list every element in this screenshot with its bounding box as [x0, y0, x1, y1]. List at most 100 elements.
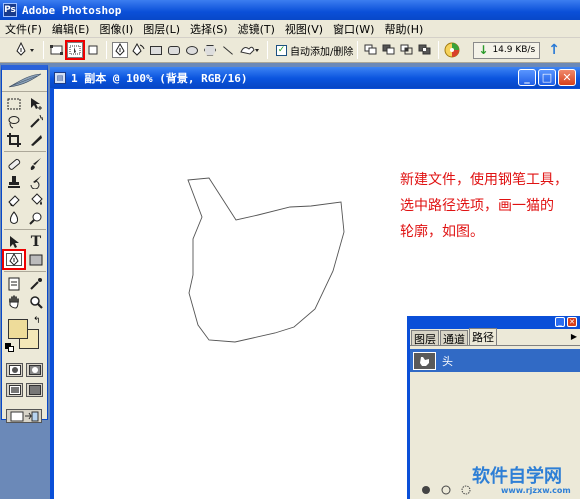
polygon-shape-icon[interactable] — [202, 42, 218, 58]
foreground-color-swatch[interactable] — [8, 319, 28, 339]
eyedropper-tool-icon[interactable] — [26, 275, 46, 292]
tool-preset-pen-icon[interactable] — [14, 42, 38, 58]
path-selection-tool-icon[interactable] — [4, 233, 24, 250]
palette-minimize-button[interactable]: _ — [555, 317, 565, 327]
hand-tool-icon[interactable] — [4, 293, 24, 310]
magic-wand-tool-icon[interactable] — [26, 113, 46, 130]
paint-bucket-tool-icon[interactable] — [26, 191, 46, 208]
fill-pixels-option-icon[interactable] — [85, 42, 101, 58]
swap-colors-icon[interactable]: ↰ — [33, 316, 41, 326]
custom-shape-icon[interactable] — [238, 42, 262, 58]
paths-option-icon[interactable] — [65, 40, 85, 60]
type-tool-icon[interactable]: T — [26, 233, 46, 250]
eraser-tool-icon[interactable] — [4, 191, 24, 208]
palette-title-bar[interactable]: _ ✕ — [407, 316, 580, 328]
jump-to-imageready-icon[interactable] — [6, 409, 42, 423]
watermark-url: www.rjzxw.com — [501, 486, 571, 495]
rectangle-shape-icon[interactable] — [148, 42, 164, 58]
toolbox: T ↰ — [1, 65, 48, 423]
crop-tool-icon[interactable] — [4, 131, 24, 148]
default-colors-icon[interactable] — [5, 343, 14, 352]
menu-image[interactable]: 图像(I) — [94, 21, 138, 37]
options-bar: ✓ 自动添加/删除 ↓ 14.9 KB/s ↑ — [0, 38, 580, 63]
close-button[interactable]: ✕ — [558, 69, 576, 86]
fill-path-icon[interactable] — [420, 484, 432, 496]
path-name: 头 — [442, 354, 453, 368]
menu-window[interactable]: 窗口(W) — [328, 21, 379, 37]
standard-mode-icon[interactable] — [6, 363, 23, 377]
shape-layers-option-icon[interactable] — [49, 42, 65, 58]
photoshop-icon: Ps — [3, 3, 17, 17]
annotation-line: 新建文件，使用钢笔工具， — [400, 172, 568, 188]
annotation-line: 轮廓，如图。 — [400, 224, 484, 240]
healing-brush-tool-icon[interactable] — [4, 155, 24, 172]
slice-tool-icon[interactable] — [26, 131, 46, 148]
menu-filter[interactable]: 滤镜(T) — [233, 21, 280, 37]
line-shape-icon[interactable] — [220, 42, 236, 58]
path-list-item[interactable]: 头 — [410, 349, 580, 372]
dodge-tool-icon[interactable] — [26, 209, 46, 226]
minimize-button[interactable]: _ — [518, 69, 536, 86]
menu-help[interactable]: 帮助(H) — [379, 21, 428, 37]
maximize-button[interactable]: □ — [538, 69, 556, 86]
clone-stamp-tool-icon[interactable] — [4, 173, 24, 190]
pen-tool-icon[interactable] — [2, 249, 26, 270]
auto-add-delete-label: 自动添加/删除 — [290, 46, 354, 58]
ellipse-shape-icon[interactable] — [184, 42, 200, 58]
quick-mask-mode-icon[interactable] — [26, 363, 43, 377]
document-title: 1 副本 @ 100% (背景, RGB/16) — [71, 71, 248, 85]
jump-to-imageready — [2, 406, 47, 426]
download-arrow-icon: ↓ — [478, 43, 489, 57]
brush-tool-icon[interactable] — [26, 155, 46, 172]
options-separator — [43, 41, 44, 59]
path-thumbnail — [413, 351, 436, 370]
app-title-bar: Ps Adobe Photoshop — [0, 0, 580, 20]
lasso-tool-icon[interactable] — [4, 113, 24, 130]
freeform-pen-option-icon[interactable] — [130, 42, 146, 58]
document-icon: ▤ — [54, 71, 66, 84]
exclude-overlapping-areas-icon[interactable] — [417, 42, 433, 58]
history-brush-tool-icon[interactable] — [26, 173, 46, 190]
document-title-bar: ▤ 1 副本 @ 100% (背景, RGB/16) _ □ ✕ — [50, 67, 580, 88]
add-to-path-area-icon[interactable] — [363, 42, 379, 58]
full-screen-menu-mode-icon[interactable] — [26, 383, 43, 397]
menu-layer[interactable]: 图层(L) — [138, 21, 185, 37]
upload-arrow-icon: ↑ — [548, 42, 560, 58]
palette-menu-arrow-icon[interactable]: ▶ — [571, 332, 577, 341]
tab-paths[interactable]: 路径 — [469, 328, 497, 345]
menu-file[interactable]: 文件(F) — [0, 21, 47, 37]
color-swatches: ↰ — [2, 316, 47, 356]
menu-bar: 文件(F) 编辑(E) 图像(I) 图层(L) 选择(S) 滤镜(T) 视图(V… — [0, 20, 580, 38]
blur-tool-icon[interactable] — [4, 209, 24, 226]
quick-mask-modes — [2, 360, 47, 380]
rectangular-marquee-tool-icon[interactable] — [4, 95, 24, 112]
watermark-title: 软件自学网 — [472, 466, 562, 487]
tab-layers[interactable]: 图层 — [411, 330, 439, 346]
tab-channels[interactable]: 通道 — [440, 330, 468, 346]
move-tool-icon[interactable] — [26, 95, 46, 112]
menu-select[interactable]: 选择(S) — [185, 21, 233, 37]
standard-screen-mode-icon[interactable] — [6, 383, 23, 397]
pen-tool-option-icon[interactable] — [112, 42, 128, 58]
rectangle-tool-icon[interactable] — [26, 251, 46, 268]
network-speed-display: ↓ 14.9 KB/s — [473, 41, 541, 59]
adobe-feather-icon[interactable] — [2, 70, 47, 92]
auto-add-delete-checkbox[interactable]: ✓ 自动添加/删除 — [276, 43, 353, 58]
tutorial-annotation: 新建文件，使用钢笔工具， 选中路径选项，画一猫的 轮廓，如图。 — [400, 167, 580, 245]
site-watermark-logo: 软件自学网 www.rjzxw.com — [468, 460, 580, 499]
zoom-tool-icon[interactable] — [26, 293, 46, 310]
notes-tool-icon[interactable] — [4, 275, 24, 292]
intersect-path-areas-icon[interactable] — [399, 42, 415, 58]
stroke-path-icon[interactable] — [440, 484, 452, 496]
network-meter-icon — [444, 42, 460, 58]
app-title: Adobe Photoshop — [22, 3, 122, 17]
menu-edit[interactable]: 编辑(E) — [47, 21, 95, 37]
menu-view[interactable]: 视图(V) — [280, 21, 328, 37]
checkmark-icon: ✓ — [276, 44, 287, 56]
options-separator — [357, 41, 359, 59]
subtract-from-path-area-icon[interactable] — [381, 42, 397, 58]
network-speed-value: 14.9 KB/s — [492, 45, 536, 55]
rounded-rectangle-shape-icon[interactable] — [166, 42, 182, 58]
palette-close-button[interactable]: ✕ — [567, 317, 577, 327]
screen-modes — [2, 380, 47, 400]
